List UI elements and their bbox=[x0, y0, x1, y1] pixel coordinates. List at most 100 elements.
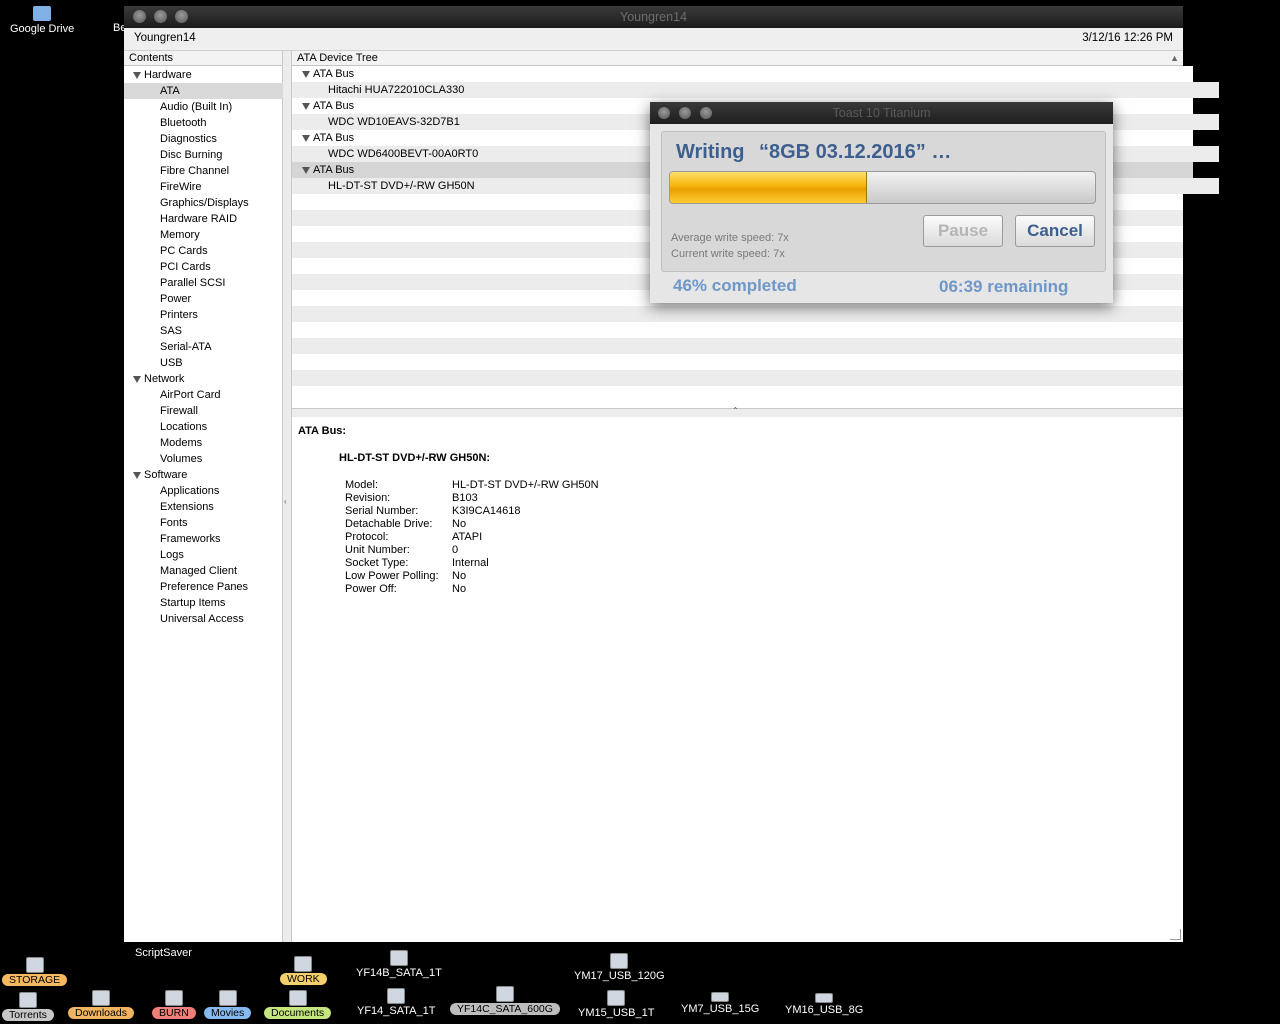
ym17-usb-120g-desktop-icon[interactable]: YM17_USB_120G bbox=[574, 953, 665, 982]
progress-bar bbox=[669, 171, 1096, 204]
sidebar-item-label: Disc Burning bbox=[160, 149, 223, 161]
folder-alias-icon bbox=[18, 992, 37, 1008]
ym15-usb-1t-desktop-icon[interactable]: YM15_USB_1T bbox=[578, 990, 654, 1019]
storage-label: STORAGE bbox=[2, 974, 68, 986]
sidebar-item-label: PCI Cards bbox=[160, 261, 211, 273]
burn-desktop-icon[interactable]: BURN bbox=[152, 990, 196, 1019]
datetime-label: 3/12/16 12:26 PM bbox=[1082, 32, 1173, 44]
sort-ascending-icon[interactable]: ▲ bbox=[1170, 51, 1179, 65]
disclosure-triangle-icon[interactable] bbox=[302, 134, 310, 142]
yf14c-sata-600g-desktop-icon[interactable]: YF14C_SATA_600G bbox=[450, 986, 560, 1015]
disclosure-triangle-icon[interactable] bbox=[133, 71, 141, 79]
movies-label: Movies bbox=[204, 1007, 252, 1019]
current-write-speed: Current write speed: 7x bbox=[671, 248, 785, 260]
folder-alias-icon bbox=[288, 990, 307, 1006]
device-tree-header-label: ATA Device Tree bbox=[297, 52, 378, 64]
detail-field-value: K3I9CA14618 bbox=[452, 505, 521, 517]
percent-completed: 46% completed bbox=[673, 276, 797, 295]
sidebar-item-label: Software bbox=[144, 469, 188, 481]
disclosure-triangle-icon[interactable] bbox=[302, 70, 310, 78]
disclosure-triangle-icon[interactable] bbox=[133, 375, 141, 383]
detail-field-key: Protocol: bbox=[345, 531, 389, 543]
tree-empty-row bbox=[292, 322, 1183, 338]
cancel-button[interactable]: Cancel bbox=[1015, 215, 1095, 247]
sidebar-item[interactable]: Hardware bbox=[124, 67, 291, 83]
ym16-usb-8g-desktop-icon[interactable]: YM16_USB_8G bbox=[785, 993, 863, 1016]
contents-sidebar[interactable]: Contents Hardware ATA Audio (Built In) Blue… bbox=[124, 51, 318, 942]
documents-label: Documents bbox=[264, 1007, 332, 1019]
tree-empty-row bbox=[292, 386, 1183, 402]
splitter-handle-icon: ⌃ bbox=[732, 406, 739, 415]
yf14b-sata-1t-desktop-icon[interactable]: YF14B_SATA_1T bbox=[356, 950, 442, 979]
sidebar-item-label: ATA bbox=[160, 85, 180, 97]
window-title: Youngren14 bbox=[620, 10, 687, 24]
contents-header: Contents bbox=[124, 51, 282, 66]
detail-field-key: Low Power Polling: bbox=[345, 570, 439, 582]
vertical-splitter[interactable]: ‹ bbox=[283, 51, 292, 942]
tree-empty-row bbox=[292, 338, 1183, 354]
detail-field-key: Socket Type: bbox=[345, 557, 409, 569]
sidebar-item-label: Diagnostics bbox=[160, 133, 217, 145]
disc-name: “8GB 03.12.2016” … bbox=[759, 141, 952, 163]
sidebar-item-label: Graphics/Displays bbox=[160, 197, 249, 209]
ym16-usb-8g-label: YM16_USB_8G bbox=[785, 1004, 864, 1016]
sidebar-item-label: AirPort Card bbox=[160, 389, 221, 401]
disclosure-triangle-icon[interactable] bbox=[302, 102, 310, 110]
folder-icon bbox=[33, 6, 52, 21]
tree-row-label: WDC WD10EAVS-32D7B1 bbox=[328, 116, 460, 128]
tree-device-row[interactable]: Hitachi HUA722010CLA330 bbox=[292, 82, 1219, 98]
sidebar-item-label: Network bbox=[144, 373, 185, 385]
tree-empty-row bbox=[292, 370, 1183, 386]
scriptsaver-label[interactable]: ScriptSaver bbox=[135, 947, 192, 959]
toast-content-box: Writing “8GB 03.12.2016” … Pause Cancel … bbox=[661, 131, 1106, 272]
sidebar-item-label: Locations bbox=[160, 421, 208, 433]
disclosure-triangle-icon[interactable] bbox=[302, 166, 310, 174]
sidebar-item[interactable]: Network bbox=[124, 371, 291, 387]
torrents-desktop-icon[interactable]: Torrents bbox=[2, 992, 54, 1021]
external-drive-icon bbox=[389, 950, 408, 966]
hard-drive-icon bbox=[495, 986, 514, 1002]
computer-name: Youngren14 bbox=[134, 32, 196, 44]
usb-drive-icon bbox=[607, 990, 626, 1006]
sidebar-item-label: Modems bbox=[160, 437, 203, 449]
yf14c-sata-600g-label: YF14C_SATA_600G bbox=[450, 1003, 560, 1015]
movies-desktop-icon[interactable]: Movies bbox=[204, 990, 252, 1019]
sidebar-item-label: FireWire bbox=[160, 181, 202, 193]
sidebar-item-label: Serial-ATA bbox=[160, 341, 212, 353]
sidebar-item-label: Universal Access bbox=[160, 613, 244, 625]
device-tree-header[interactable]: ATA Device Tree ▲ bbox=[292, 51, 1183, 66]
storage-desktop-icon[interactable]: STORAGE bbox=[2, 957, 68, 986]
drive-alias-icon bbox=[25, 957, 44, 973]
detail-field-key: Revision: bbox=[345, 492, 391, 504]
toast-titlebar[interactable]: Toast 10 Titanium bbox=[650, 102, 1113, 124]
work-desktop-icon[interactable]: WORK bbox=[280, 956, 327, 985]
documents-desktop-icon[interactable]: Documents bbox=[264, 990, 332, 1019]
detail-field-value: No bbox=[452, 583, 467, 595]
tree-row-label: WDC WD6400BEVT-00A0RT0 bbox=[328, 148, 479, 160]
sidebar-item[interactable]: Software bbox=[124, 467, 291, 483]
ym7-usb-15g-desktop-icon[interactable]: YM7_USB_15G bbox=[681, 992, 759, 1015]
disclosure-triangle-icon[interactable] bbox=[133, 471, 141, 479]
detail-field-key: Power Off: bbox=[345, 583, 397, 595]
window-titlebar[interactable]: Youngren14 bbox=[124, 6, 1183, 28]
resize-grip-icon[interactable] bbox=[1170, 929, 1181, 940]
pause-button[interactable]: Pause bbox=[923, 215, 1003, 247]
downloads-desktop-icon[interactable]: Downloads bbox=[68, 990, 134, 1019]
google-drive-desktop-icon[interactable]: Google Drive bbox=[10, 6, 74, 35]
hard-drive-icon bbox=[387, 988, 406, 1004]
sidebar-item-label: SAS bbox=[160, 325, 183, 337]
sidebar-item-label: USB bbox=[160, 357, 183, 369]
folder-alias-icon bbox=[218, 990, 237, 1006]
drive-alias-icon bbox=[294, 956, 313, 972]
google-drive-label: Google Drive bbox=[10, 23, 75, 35]
sidebar-item-label: Applications bbox=[160, 485, 220, 497]
folder-alias-icon bbox=[91, 990, 110, 1006]
yf14-sata-1t-label: YF14_SATA_1T bbox=[357, 1005, 436, 1017]
tree-empty-row bbox=[292, 354, 1183, 370]
yf14-sata-1t-desktop-icon[interactable]: YF14_SATA_1T bbox=[357, 988, 435, 1017]
detail-field-key: Detachable Drive: bbox=[345, 518, 433, 530]
tree-bus-row[interactable]: ATA Bus bbox=[292, 66, 1193, 82]
info-bar: Youngren14 3/12/16 12:26 PM bbox=[124, 28, 1183, 51]
sidebar-item-label: Printers bbox=[160, 309, 198, 321]
work-label: WORK bbox=[280, 973, 327, 985]
